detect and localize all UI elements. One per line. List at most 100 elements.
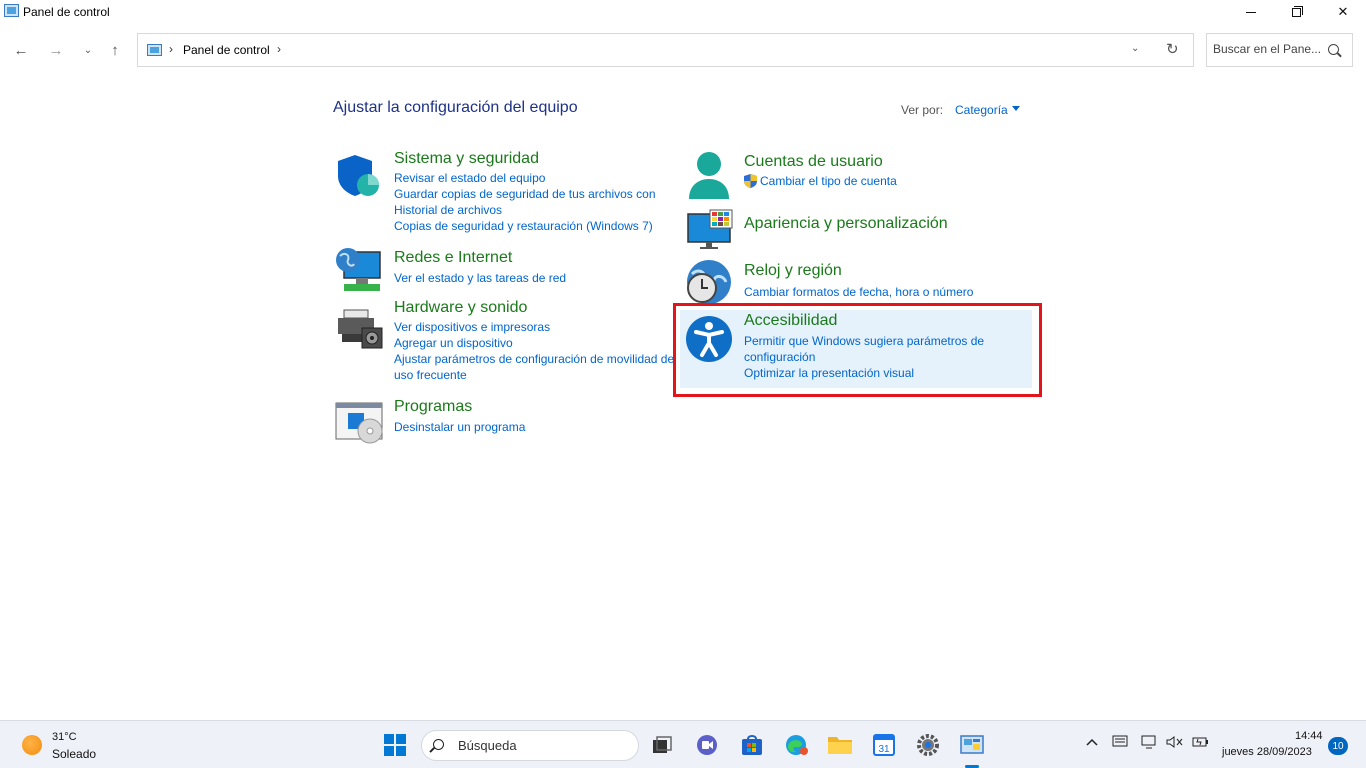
taskbar-search-label: Búsqueda	[458, 738, 517, 753]
link-review-status[interactable]: Revisar el estado del equipo	[394, 170, 674, 186]
control-panel-taskbar-button[interactable]	[958, 731, 986, 759]
search-icon[interactable]	[1328, 44, 1339, 55]
network-icon	[1141, 735, 1156, 749]
uac-shield-icon	[744, 174, 757, 188]
show-hidden-icons-button[interactable]	[1086, 735, 1098, 750]
recent-locations-button[interactable]: ⌄	[77, 40, 99, 60]
window-title: Panel de control	[23, 5, 110, 19]
weather-condition[interactable]: Soleado	[52, 747, 96, 761]
close-button[interactable]: ✕	[1320, 0, 1366, 24]
caret-down-icon[interactable]	[1012, 106, 1020, 111]
control-panel-icon	[147, 44, 162, 56]
address-dropdown-button[interactable]: ⌄	[1131, 43, 1139, 54]
clock-time[interactable]: 14:44	[1295, 730, 1323, 742]
breadcrumb-separator[interactable]: ›	[277, 42, 281, 56]
calendar-button[interactable]: 31	[870, 731, 898, 759]
link-change-account-type-label: Cambiar el tipo de cuenta	[760, 174, 897, 188]
search-box[interactable]	[1206, 33, 1353, 67]
category-title-user-accounts[interactable]: Cuentas de usuario	[744, 153, 1044, 171]
printer-icon[interactable]	[336, 308, 384, 350]
category-title-clock-region[interactable]: Reloj y región	[744, 262, 1044, 280]
category-user-accounts: Cuentas de usuario Cambiar el tipo de cu…	[744, 153, 1044, 189]
category-accessibility: Accesibilidad Permitir que Windows sugie…	[744, 312, 1029, 381]
category-title-hardware-sound[interactable]: Hardware y sonido	[394, 299, 679, 317]
volume-muted-icon	[1166, 736, 1183, 748]
search-icon	[433, 739, 444, 750]
link-backup-restore[interactable]: Copias de seguridad y restauración (Wind…	[394, 218, 674, 234]
store-icon	[742, 735, 762, 755]
keyboard-icon	[1112, 735, 1128, 747]
category-title-appearance[interactable]: Apariencia y personalización	[744, 215, 1044, 233]
category-hardware-sound: Hardware y sonido Ver dispositivos e imp…	[394, 299, 679, 383]
control-panel-icon	[960, 735, 984, 754]
edge-button[interactable]	[782, 731, 810, 759]
chat-icon	[697, 735, 717, 755]
breadcrumb-separator[interactable]: ›	[169, 42, 173, 56]
page-title: Ajustar la configuración del equipo	[333, 99, 578, 116]
keyboard-button[interactable]	[1112, 735, 1128, 750]
category-appearance: Apariencia y personalización	[744, 215, 1044, 233]
category-system-security: Sistema y seguridad Revisar el estado de…	[394, 150, 674, 234]
up-button[interactable]: ↑	[104, 40, 126, 60]
store-button[interactable]	[738, 731, 766, 759]
link-mobility-settings[interactable]: Ajustar parámetros de configuración de m…	[394, 351, 679, 383]
minimize-button[interactable]	[1228, 0, 1274, 24]
taskbar-search[interactable]: Búsqueda	[421, 730, 639, 761]
appearance-monitor-icon[interactable]	[686, 208, 734, 250]
address-bar[interactable]: › Panel de control › ⌄ ↻	[137, 33, 1194, 67]
accessibility-icon[interactable]	[684, 315, 734, 363]
back-button[interactable]: ←	[10, 40, 32, 60]
windows-logo-icon	[384, 734, 406, 756]
file-explorer-button[interactable]	[826, 731, 854, 759]
forward-button[interactable]: →	[45, 40, 67, 60]
category-programs: Programas Desinstalar un programa	[394, 398, 674, 435]
task-view-icon	[653, 736, 672, 753]
link-change-account-type[interactable]: Cambiar el tipo de cuenta	[744, 173, 1044, 189]
link-windows-suggest-settings[interactable]: Permitir que Windows sugiera parámetros …	[744, 333, 1004, 365]
start-button[interactable]	[381, 731, 409, 759]
network-globe-icon[interactable]	[334, 246, 384, 294]
refresh-button[interactable]: ↻	[1166, 40, 1179, 58]
clock-date[interactable]: jueves 28/09/2023	[1222, 746, 1312, 758]
volume-button[interactable]	[1166, 735, 1184, 752]
weather-temperature[interactable]: 31°C	[52, 731, 77, 743]
sun-icon[interactable]	[22, 735, 42, 755]
link-file-history[interactable]: Guardar copias de seguridad de tus archi…	[394, 186, 664, 218]
notification-badge[interactable]: 10	[1328, 737, 1348, 755]
view-by-dropdown[interactable]: Categoría	[955, 103, 1008, 117]
clock-globe-icon[interactable]	[684, 258, 734, 306]
user-accounts-icon[interactable]	[687, 151, 731, 201]
network-button[interactable]	[1141, 735, 1157, 752]
settings-button[interactable]	[914, 731, 942, 759]
task-view-button[interactable]	[648, 731, 676, 759]
battery-charging-icon	[1192, 737, 1208, 747]
link-optimize-visual-display[interactable]: Optimizar la presentación visual	[744, 365, 1029, 381]
category-title-system-security[interactable]: Sistema y seguridad	[394, 150, 674, 168]
link-devices-printers[interactable]: Ver dispositivos e impresoras	[394, 319, 679, 335]
programs-icon[interactable]	[334, 401, 384, 445]
taskbar: 31°C Soleado Búsqueda 31 14:44 jueves 28…	[0, 720, 1366, 768]
title-bar: Panel de control ✕	[0, 0, 1366, 24]
link-uninstall-program[interactable]: Desinstalar un programa	[394, 419, 674, 435]
gear-icon	[917, 734, 939, 756]
calendar-day: 31	[878, 744, 890, 755]
breadcrumb-control-panel[interactable]: Panel de control	[183, 43, 270, 57]
link-add-device[interactable]: Agregar un dispositivo	[394, 335, 679, 351]
restore-icon	[1291, 5, 1303, 17]
category-clock-region: Reloj y región Cambiar formatos de fecha…	[744, 262, 1044, 300]
category-title-programs[interactable]: Programas	[394, 398, 674, 416]
link-network-status[interactable]: Ver el estado y las tareas de red	[394, 270, 674, 286]
control-panel-icon	[4, 4, 19, 17]
category-title-accessibility[interactable]: Accesibilidad	[744, 312, 1029, 330]
link-change-formats[interactable]: Cambiar formatos de fecha, hora o número	[744, 284, 1044, 300]
search-input[interactable]	[1213, 42, 1323, 56]
category-network: Redes e Internet Ver el estado y las tar…	[394, 249, 674, 286]
maximize-button[interactable]	[1273, 0, 1319, 24]
chat-button[interactable]	[693, 731, 721, 759]
category-title-network[interactable]: Redes e Internet	[394, 249, 674, 267]
folder-icon	[828, 737, 852, 754]
battery-button[interactable]	[1192, 735, 1210, 752]
shield-icon[interactable]	[335, 152, 381, 198]
calendar-icon: 31	[873, 734, 895, 756]
edge-icon	[786, 735, 808, 755]
